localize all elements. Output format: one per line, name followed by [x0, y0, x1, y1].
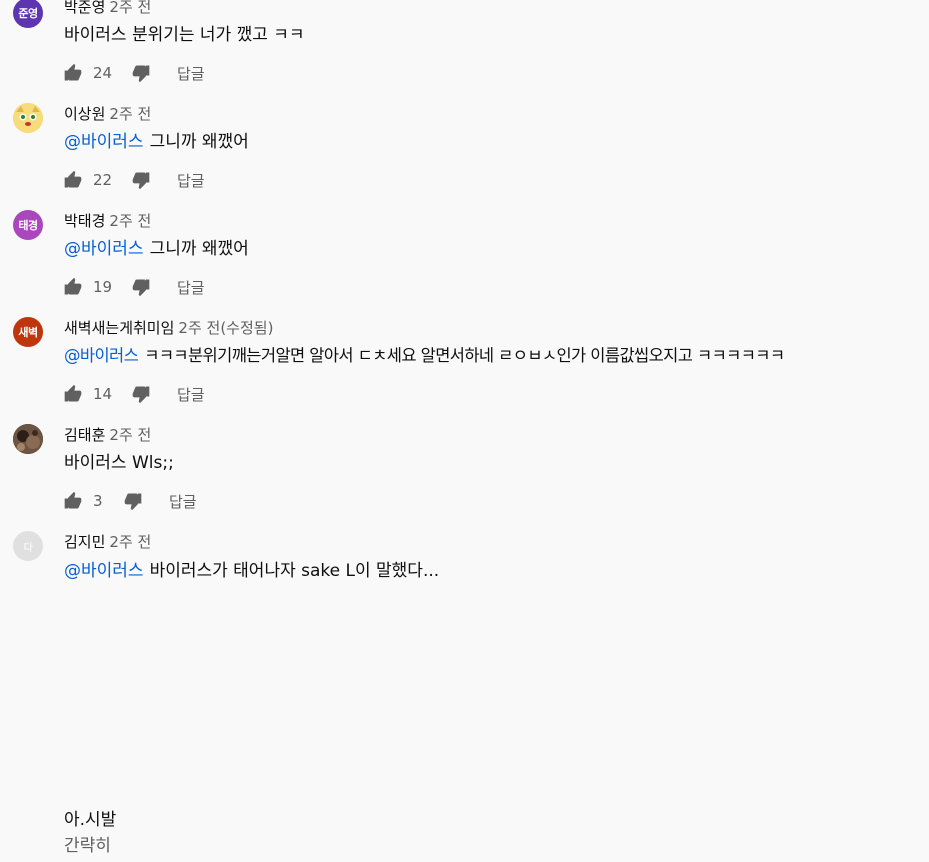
- dislike-button[interactable]: [130, 276, 152, 298]
- avatar-initials: 다: [23, 542, 33, 554]
- like-count: 19: [93, 278, 113, 296]
- comment-text: @바이러스 ㅋㅋㅋ분위기깨는거알면 알아서 ㄷㅊ세요 알면서하네 ㄹㅇㅂㅅ인가 이…: [64, 345, 785, 367]
- reply-button[interactable]: 답글: [177, 277, 205, 298]
- like-count: 24: [93, 64, 113, 82]
- thumbs-down-icon: [124, 493, 142, 511]
- thumbs-down-icon: [132, 279, 150, 297]
- comment-header: 이상원 2주 전: [64, 105, 151, 123]
- like-count: 14: [93, 385, 113, 403]
- reply-button[interactable]: 답글: [177, 384, 205, 405]
- like-button[interactable]: [62, 276, 84, 298]
- comment-time[interactable]: 2주 전: [109, 105, 151, 123]
- comment-header: 김태훈 2주 전: [64, 426, 151, 444]
- reply-button[interactable]: 답글: [177, 63, 205, 84]
- like-count: 22: [93, 171, 113, 189]
- comment-time[interactable]: 2주 전: [109, 0, 151, 16]
- avatar[interactable]: [13, 424, 43, 454]
- like-button[interactable]: [62, 383, 84, 405]
- show-less-button[interactable]: 간략히: [64, 833, 116, 859]
- comment-body: 그니까 왜깼어: [149, 132, 249, 152]
- thumbs-down-icon: [132, 172, 150, 190]
- comment-actions: 3 답글: [62, 489, 197, 513]
- cat-avatar-icon: [13, 103, 43, 133]
- mention-link[interactable]: @바이러스: [64, 132, 144, 152]
- comment-author[interactable]: 박태경: [64, 212, 105, 230]
- comment-text: @바이러스 바이러스가 태어나자 sake L이 말했다...: [64, 560, 439, 582]
- avatar-initials: 태경: [18, 219, 38, 232]
- comment-thread: 준영 박준영 2주 전 바이러스 분위기는 너가 깼고 ㅋㅋ 24 답글 이상원…: [0, 0, 929, 862]
- avatar[interactable]: [13, 103, 43, 133]
- comment-header: 새벽새는게취미임 2주 전(수정됨): [64, 319, 273, 337]
- dislike-button[interactable]: [130, 383, 152, 405]
- thumbs-up-icon: [64, 384, 82, 402]
- comment-actions: 19 답글: [62, 275, 205, 299]
- thumbs-up-icon: [64, 170, 82, 188]
- comment-author[interactable]: 이상원: [64, 105, 105, 123]
- like-button[interactable]: [62, 62, 84, 84]
- comment-actions: 24 답글: [62, 61, 205, 85]
- dislike-button[interactable]: [122, 490, 144, 512]
- mention-link[interactable]: @바이러스: [64, 239, 144, 259]
- mention-link[interactable]: @바이러스: [64, 346, 139, 365]
- comment-author[interactable]: 박준영: [64, 0, 105, 16]
- comment-actions: 14 답글: [62, 382, 205, 406]
- mention-link[interactable]: @바이러스: [64, 561, 144, 581]
- avatar[interactable]: 새벽: [13, 317, 43, 347]
- dislike-button[interactable]: [130, 169, 152, 191]
- comment-time[interactable]: 2주 전: [109, 426, 151, 444]
- like-button[interactable]: [62, 169, 84, 191]
- comment-time[interactable]: 2주 전(수정됨): [178, 319, 273, 337]
- comment-text: 바이러스 분위기는 너가 깼고 ㅋㅋ: [64, 24, 305, 46]
- photo-avatar-icon: [13, 424, 43, 454]
- expanded-comment-footer: 아.시발 간략히: [64, 807, 116, 859]
- like-count: 3: [93, 492, 103, 510]
- thumbs-down-icon: [132, 386, 150, 404]
- comment-time[interactable]: 2주 전: [109, 212, 151, 230]
- avatar[interactable]: 준영: [13, 0, 43, 28]
- comment-author[interactable]: 새벽새는게취미임: [64, 319, 174, 337]
- avatar[interactable]: 태경: [13, 210, 43, 240]
- reply-button[interactable]: 답글: [177, 170, 205, 191]
- dislike-button[interactable]: [130, 62, 152, 84]
- comment-actions: 22 답글: [62, 168, 205, 192]
- like-button[interactable]: [62, 490, 84, 512]
- comment-continuation-text: 아.시발: [64, 810, 117, 830]
- comment-text: 바이러스 Wls;;: [64, 452, 174, 474]
- comment-body: ㅋㅋㅋ분위기깨는거알면 알아서 ㄷㅊ세요 알면서하네 ㄹㅇㅂㅅ인가 이름값씹오지…: [144, 346, 785, 365]
- comment-author[interactable]: 김지민: [64, 533, 105, 551]
- comment-text: @바이러스 그니까 왜깼어: [64, 238, 249, 260]
- comment-author[interactable]: 김태훈: [64, 426, 105, 444]
- comment-time[interactable]: 2주 전: [109, 533, 151, 551]
- thumbs-up-icon: [64, 63, 82, 81]
- avatar-initials: 새벽: [18, 326, 38, 339]
- thumbs-down-icon: [132, 65, 150, 83]
- comment-body: 바이러스 Wls;;: [64, 453, 174, 473]
- comment-text: @바이러스 그니까 왜깼어: [64, 131, 249, 153]
- comment-header: 박태경 2주 전: [64, 212, 151, 230]
- avatar-initials: 준영: [18, 7, 38, 20]
- comment-body: 바이러스가 태어나자 sake L이 말했다...: [149, 561, 440, 581]
- comment-header: 김지민 2주 전: [64, 533, 151, 551]
- comment-body: 그니까 왜깼어: [149, 239, 249, 259]
- reply-button[interactable]: 답글: [169, 491, 197, 512]
- thumbs-up-icon: [64, 491, 82, 509]
- avatar[interactable]: 다: [13, 531, 43, 561]
- comment-body: 바이러스 분위기는 너가 깼고 ㅋㅋ: [64, 25, 305, 45]
- thumbs-up-icon: [64, 277, 82, 295]
- comment-header: 박준영 2주 전: [64, 0, 151, 16]
